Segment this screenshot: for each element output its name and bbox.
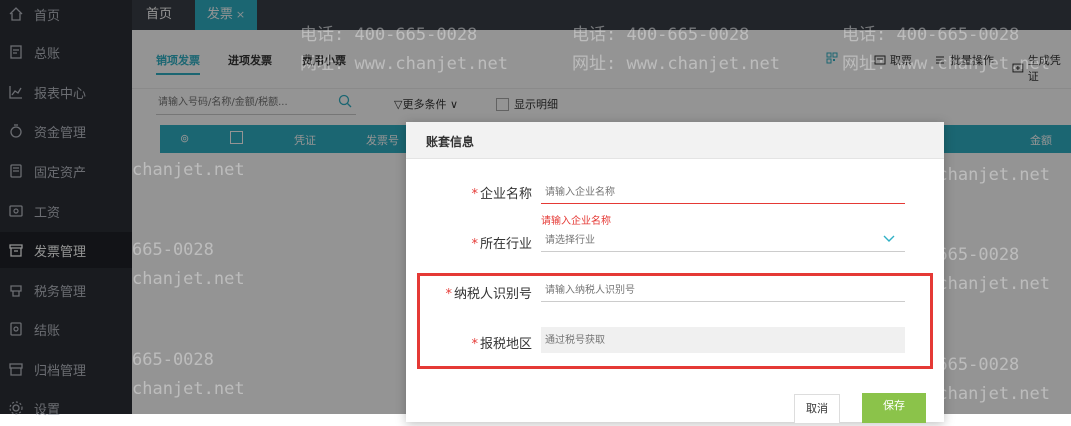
industry-select[interactable] [541,229,905,252]
account-info-dialog: 账套信息 *企业名称 请输入企业名称 *所在行业 *纳税人识别号 *报税地区 取… [406,122,944,424]
company-name-label: * 企业名称 [471,187,532,202]
company-name-input[interactable] [541,181,905,204]
dialog-header: 账套信息 [406,122,944,159]
save-button[interactable]: 保存 [862,393,926,423]
cancel-button[interactable]: 取消 [794,394,840,424]
dialog-title: 账套信息 [426,135,475,149]
chevron-down-icon[interactable] [882,234,896,244]
highlight-box [417,273,933,369]
industry-label: * 所在行业 [471,237,532,252]
company-name-error: 请输入企业名称 [541,216,611,227]
